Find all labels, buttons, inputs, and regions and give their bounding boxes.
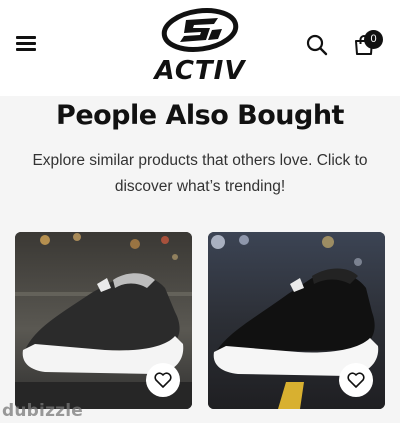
- brand-logo-emblem: [161, 8, 239, 52]
- section-subtitle: Explore similar products that others lov…: [32, 152, 368, 195]
- heart-icon: [154, 372, 172, 388]
- watermark: dubizzle: [2, 401, 84, 421]
- heart-icon: [347, 372, 365, 388]
- product-card[interactable]: [208, 232, 385, 409]
- site-header: ACTIV 0: [0, 0, 400, 96]
- wishlist-button[interactable]: [146, 363, 180, 397]
- brand-logo[interactable]: ACTIV: [138, 6, 262, 86]
- wishlist-button[interactable]: [339, 363, 373, 397]
- menu-icon[interactable]: [14, 33, 38, 53]
- cart-count-badge: 0: [364, 30, 383, 49]
- section-title: People Also Bought: [56, 100, 344, 131]
- product-card[interactable]: [15, 232, 192, 409]
- brand-name: ACTIV: [154, 56, 246, 86]
- search-icon[interactable]: [305, 33, 329, 57]
